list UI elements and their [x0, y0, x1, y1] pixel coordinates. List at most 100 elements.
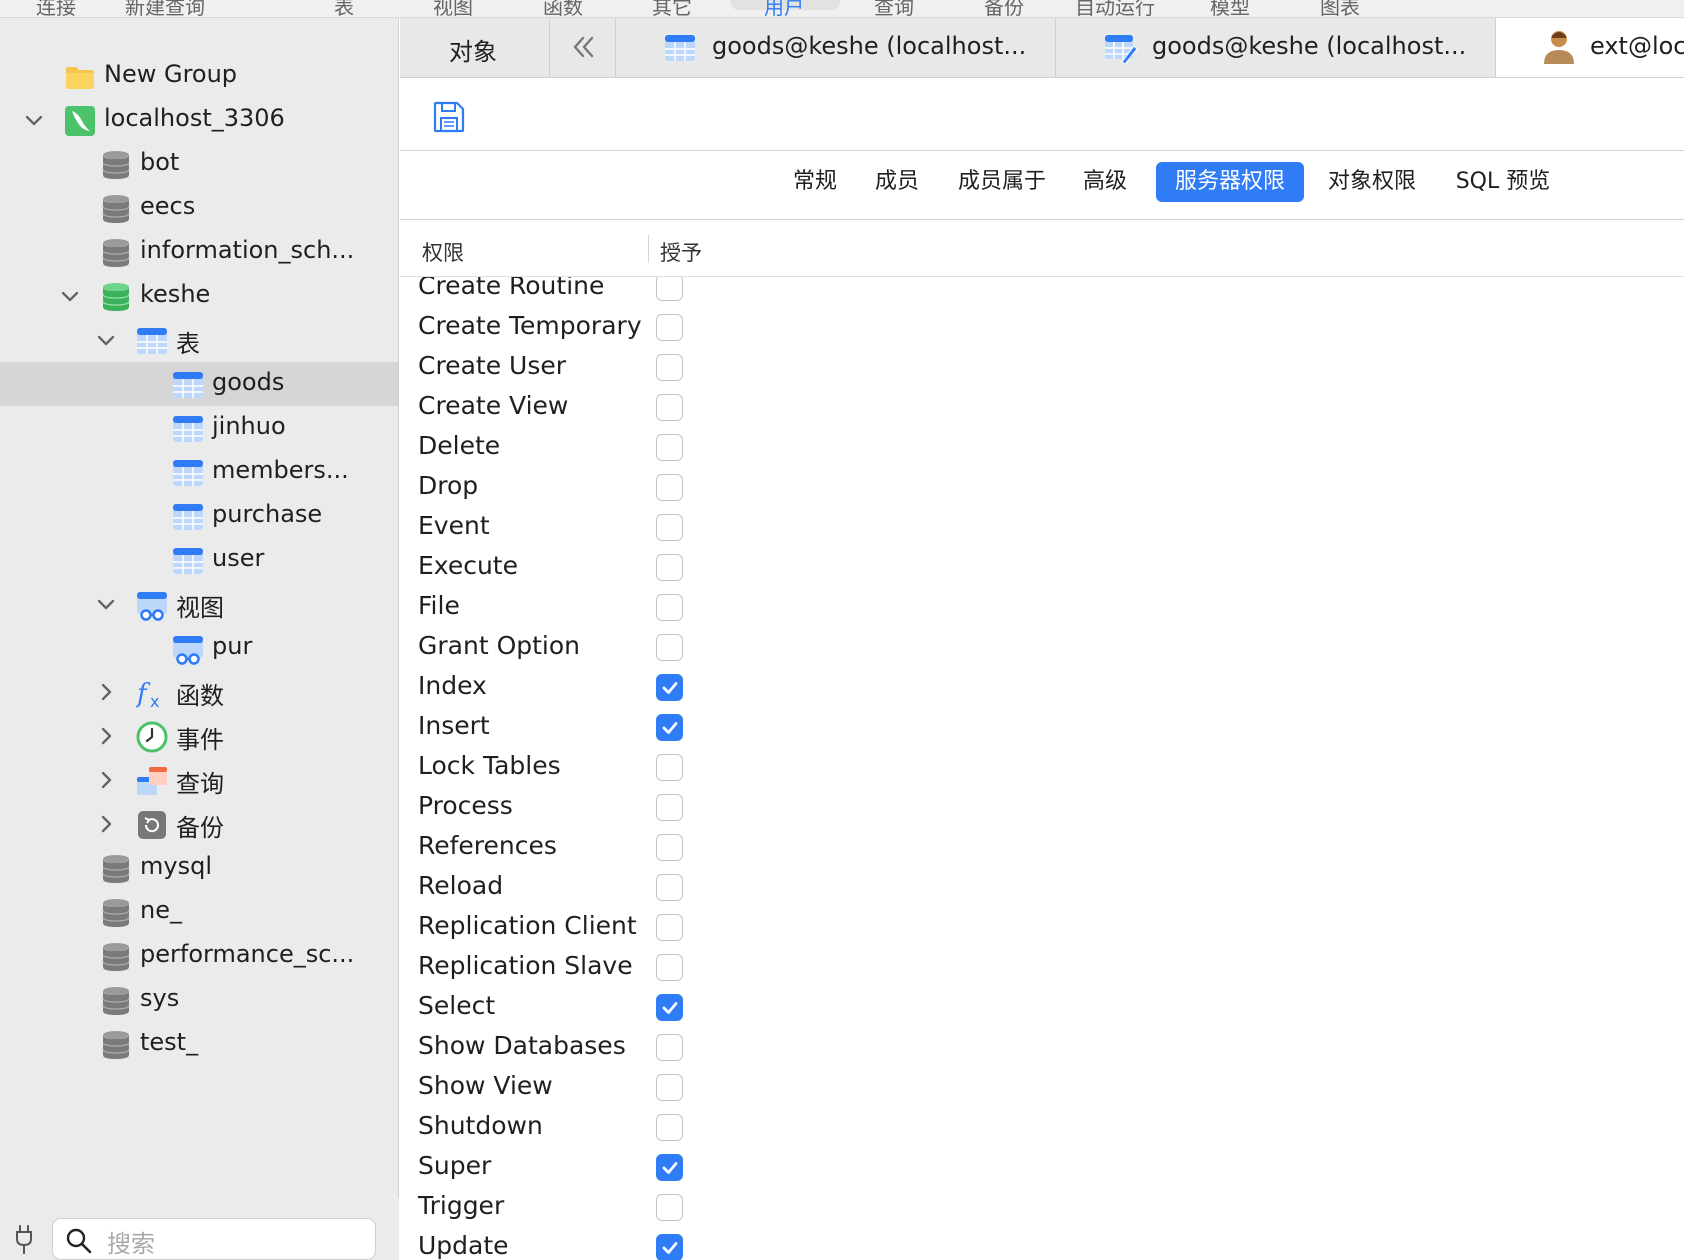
chevron-right-icon[interactable] [94, 768, 118, 792]
grant-checkbox[interactable] [656, 1074, 683, 1101]
table-row[interactable]: Super [400, 1149, 1684, 1189]
subtab-general[interactable]: 常规 [780, 162, 850, 202]
grant-checkbox[interactable] [656, 474, 683, 501]
subtab-server-privileges[interactable]: 服务器权限 [1156, 162, 1304, 202]
table-row[interactable]: File [400, 589, 1684, 629]
chevron-down-icon[interactable] [94, 592, 118, 616]
subtab-advanced[interactable]: 高级 [1070, 162, 1140, 202]
tab-goods-table[interactable]: goods@keshe (localhost... [616, 18, 1056, 77]
grant-checkbox[interactable] [656, 554, 683, 581]
subtab-object-privileges[interactable]: 对象权限 [1320, 162, 1424, 202]
grant-checkbox[interactable] [656, 1114, 683, 1141]
table-row[interactable]: Drop [400, 469, 1684, 509]
toolbar-model[interactable]: 模型 [1210, 0, 1250, 17]
sidebar-item-18[interactable]: mysql [0, 846, 398, 890]
sidebar-item-22[interactable]: test_ [0, 1022, 398, 1066]
sidebar-item-4[interactable]: information_sch... [0, 230, 398, 274]
grant-checkbox[interactable] [656, 1154, 683, 1181]
save-icon[interactable] [432, 100, 466, 134]
table-row[interactable]: Execute [400, 549, 1684, 589]
toolbar-users[interactable]: 用户 [764, 0, 804, 17]
table-row[interactable]: Create Temporary [400, 309, 1684, 349]
chevron-right-icon[interactable] [94, 812, 118, 836]
grant-checkbox[interactable] [656, 674, 683, 701]
sidebar-item-11[interactable]: user [0, 538, 398, 582]
table-row[interactable]: Lock Tables [400, 749, 1684, 789]
sidebar-item-2[interactable]: bot [0, 142, 398, 186]
sidebar-item-5[interactable]: keshe [0, 274, 398, 318]
grant-checkbox[interactable] [656, 714, 683, 741]
sidebar-item-1[interactable]: localhost_3306 [0, 98, 398, 142]
subtab-sql-preview[interactable]: SQL 预览 [1448, 162, 1558, 202]
sidebar-item-9[interactable]: members... [0, 450, 398, 494]
grant-checkbox[interactable] [656, 594, 683, 621]
table-row[interactable]: Select [400, 989, 1684, 1029]
sidebar-item-3[interactable]: eecs [0, 186, 398, 230]
subtab-member-of[interactable]: 成员属于 [950, 162, 1054, 202]
table-row[interactable]: References [400, 829, 1684, 869]
toolbar-tables[interactable]: 表 [334, 0, 354, 17]
grant-checkbox[interactable] [656, 1234, 683, 1260]
table-row[interactable]: Process [400, 789, 1684, 829]
grant-checkbox[interactable] [656, 954, 683, 981]
sidebar-item-10[interactable]: purchase [0, 494, 398, 538]
grant-checkbox[interactable] [656, 514, 683, 541]
search-field[interactable]: 搜索 [52, 1218, 376, 1260]
grant-checkbox[interactable] [656, 914, 683, 941]
tab-user-edit[interactable]: ext@loca [1496, 18, 1684, 77]
toolbar-functions[interactable]: 函数 [543, 0, 583, 17]
table-row[interactable]: Create User [400, 349, 1684, 389]
table-row[interactable]: Reload [400, 869, 1684, 909]
table-row[interactable]: Show Databases [400, 1029, 1684, 1069]
table-row[interactable]: Shutdown [400, 1109, 1684, 1149]
subtab-members[interactable]: 成员 [862, 162, 932, 202]
toolbar-connect[interactable]: 连接 [36, 0, 76, 17]
sidebar-item-6[interactable]: 表 [0, 318, 398, 362]
grant-checkbox[interactable] [656, 794, 683, 821]
grant-checkbox[interactable] [656, 754, 683, 781]
table-row[interactable]: Update [400, 1229, 1684, 1260]
grant-checkbox[interactable] [656, 354, 683, 381]
sidebar-item-7[interactable]: goods [0, 362, 398, 406]
sidebar-item-13[interactable]: pur [0, 626, 398, 670]
toolbar-automation[interactable]: 自动运行 [1075, 0, 1155, 17]
grant-checkbox[interactable] [656, 394, 683, 421]
column-header-privilege[interactable]: 权限 [422, 237, 464, 267]
table-row[interactable]: Insert [400, 709, 1684, 749]
toolbar-others[interactable]: 其它 [652, 0, 692, 17]
grant-checkbox[interactable] [656, 314, 683, 341]
sidebar-item-15[interactable]: 事件 [0, 714, 398, 758]
sidebar-item-20[interactable]: performance_sc... [0, 934, 398, 978]
tab-objects[interactable]: 对象 [400, 18, 550, 77]
tab-goods-design[interactable]: goods@keshe (localhost... [1056, 18, 1496, 77]
tab-collapse-button[interactable] [550, 18, 616, 77]
grant-checkbox[interactable] [656, 1194, 683, 1221]
sidebar-item-12[interactable]: 视图 [0, 582, 398, 626]
table-row[interactable]: Create Routine [400, 277, 1684, 309]
toolbar-views[interactable]: 视图 [433, 0, 473, 17]
sidebar-item-8[interactable]: jinhuo [0, 406, 398, 450]
sidebar-item-14[interactable]: f x 函数 [0, 670, 398, 714]
table-row[interactable]: Create View [400, 389, 1684, 429]
sidebar-item-17[interactable]: 备份 [0, 802, 398, 846]
toolbar-charts[interactable]: 图表 [1320, 0, 1360, 17]
toolbar-backup[interactable]: 备份 [984, 0, 1024, 17]
table-row[interactable]: Index [400, 669, 1684, 709]
grant-checkbox[interactable] [656, 634, 683, 661]
grant-checkbox[interactable] [656, 834, 683, 861]
table-row[interactable]: Replication Client [400, 909, 1684, 949]
chevron-down-icon[interactable] [94, 328, 118, 352]
column-divider[interactable] [648, 235, 649, 263]
sidebar-item-21[interactable]: sys [0, 978, 398, 1022]
chevron-down-icon[interactable] [22, 108, 46, 132]
toolbar-new-query[interactable]: 新建查询 [125, 0, 205, 17]
chevron-down-icon[interactable] [58, 284, 82, 308]
grant-checkbox[interactable] [656, 434, 683, 461]
table-row[interactable]: Delete [400, 429, 1684, 469]
table-row[interactable]: Trigger [400, 1189, 1684, 1229]
column-header-grant[interactable]: 授予 [660, 237, 702, 267]
table-row[interactable]: Replication Slave [400, 949, 1684, 989]
toolbar-queries[interactable]: 查询 [874, 0, 914, 17]
filter-toggle-icon[interactable] [12, 1224, 36, 1258]
grant-checkbox[interactable] [656, 994, 683, 1021]
